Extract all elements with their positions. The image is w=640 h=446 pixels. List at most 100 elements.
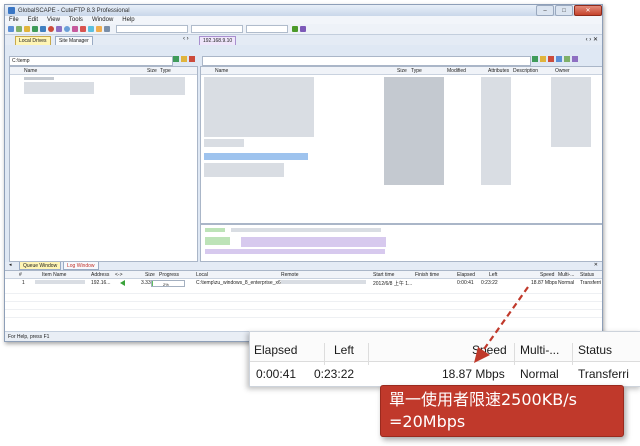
qcol-start-time[interactable]: Start time xyxy=(373,272,394,278)
menu-window[interactable]: Window xyxy=(92,17,113,23)
globe-icon[interactable] xyxy=(64,26,70,32)
tab-site-manager[interactable]: Site Manager xyxy=(55,36,93,45)
menu-file[interactable]: File xyxy=(9,17,19,23)
local-list-header: Name Size Type xyxy=(10,67,197,75)
qcol-remote[interactable]: Remote xyxy=(281,272,299,278)
qcol-finish-time[interactable]: Finish time xyxy=(415,272,439,278)
col-remote-attributes[interactable]: Attributes xyxy=(488,68,509,74)
close-button[interactable]: ✕ xyxy=(574,5,602,16)
qcol-address[interactable]: Address xyxy=(91,272,109,278)
download-icon[interactable] xyxy=(32,26,38,32)
remote-path-field[interactable] xyxy=(202,56,531,66)
blurred-log-line xyxy=(241,237,386,247)
search-icon[interactable] xyxy=(88,26,94,32)
row-gridline xyxy=(5,309,602,310)
queue-header: # Item Name Address <-> Size Progress Lo… xyxy=(5,271,602,279)
callout-line-1: 單一使用者限速2500KB/s xyxy=(389,390,577,409)
username-field[interactable] xyxy=(191,25,243,33)
qcol-item-name[interactable]: Item Name xyxy=(42,272,66,278)
qcol-index[interactable]: # xyxy=(19,272,22,278)
row-gridline xyxy=(5,293,602,294)
col-remote-owner[interactable]: Owner xyxy=(555,68,570,74)
col-name[interactable]: Name xyxy=(24,68,37,74)
refresh-icon[interactable] xyxy=(56,26,62,32)
zoomed-columns-inset: Elapsed Left Speed Multi-... Status 0:00… xyxy=(249,331,640,387)
zoom-col-separator xyxy=(324,343,325,365)
col-remote-size[interactable]: Size xyxy=(397,68,407,74)
host-field[interactable] xyxy=(116,25,188,33)
remote-sync-icon[interactable] xyxy=(572,56,578,62)
col-type[interactable]: Type xyxy=(160,68,171,74)
reconnect-icon[interactable] xyxy=(16,26,22,32)
qcol-direction[interactable]: <-> xyxy=(115,272,123,278)
menu-view[interactable]: View xyxy=(47,17,60,23)
remote-pane-arrows[interactable]: ‹ › ✕ xyxy=(586,36,598,43)
qcol-size[interactable]: Size xyxy=(145,272,155,278)
password-field[interactable] xyxy=(246,25,288,33)
local-folder-icon[interactable] xyxy=(181,56,187,62)
blurred-remote-owners xyxy=(551,77,591,147)
zoom-col-separator xyxy=(572,343,573,365)
folder-icon[interactable] xyxy=(24,26,30,32)
qcol-left[interactable]: Left xyxy=(489,272,497,278)
col-remote-name[interactable]: Name xyxy=(215,68,228,74)
quick-connect-icon[interactable] xyxy=(300,26,306,32)
queue-collapse-icon[interactable]: ◂ xyxy=(9,262,12,268)
row-gridline xyxy=(5,317,602,318)
selected-remote-row[interactable] xyxy=(204,153,308,160)
local-up-icon[interactable] xyxy=(189,56,195,62)
queue-close-icon[interactable]: ✕ xyxy=(594,262,598,268)
tab-remote-server[interactable]: 192.168.9.10 xyxy=(199,36,237,45)
queue-row-progress-bar: 2% xyxy=(151,280,185,287)
col-remote-description[interactable]: Description xyxy=(513,68,538,74)
connect-icon[interactable] xyxy=(8,26,14,32)
ftp-client-window: GlobalSCAPE - CuteFTP 8.3 Professional –… xyxy=(4,4,603,342)
title-bar[interactable]: GlobalSCAPE - CuteFTP 8.3 Professional –… xyxy=(5,5,602,16)
remote-refresh-icon[interactable] xyxy=(532,56,538,62)
zoom-speed-value: 18.87 Mbps xyxy=(442,367,505,381)
menu-help[interactable]: Help xyxy=(122,17,134,23)
qcol-speed[interactable]: Speed xyxy=(540,272,554,278)
menu-edit[interactable]: Edit xyxy=(28,17,38,23)
tab-log-window[interactable]: Log Window xyxy=(63,262,99,270)
local-file-list[interactable]: Name Size Type xyxy=(9,66,198,262)
zoom-col-multi: Multi-... xyxy=(520,343,560,357)
remote-file-list[interactable]: Name Size Type Modified Attributes Descr… xyxy=(200,66,602,224)
delete-icon[interactable] xyxy=(80,26,86,32)
zoom-multi-value: Normal xyxy=(520,367,559,381)
pane-nav-arrows[interactable]: ‹ › xyxy=(183,36,189,42)
qcol-multi[interactable]: Multi-... xyxy=(558,272,574,278)
queue-list[interactable]: # Item Name Address <-> Size Progress Lo… xyxy=(5,270,602,331)
upload-icon[interactable] xyxy=(40,26,46,32)
settings-icon[interactable] xyxy=(104,26,110,32)
qcol-local[interactable]: Local xyxy=(196,272,208,278)
remote-view-icon[interactable] xyxy=(556,56,562,62)
remote-filter-icon[interactable] xyxy=(564,56,570,62)
maximize-button[interactable]: □ xyxy=(555,5,573,16)
lock-icon[interactable] xyxy=(96,26,102,32)
tab-local-drives[interactable]: Local Drives xyxy=(15,36,51,45)
tab-queue-window[interactable]: Queue Window xyxy=(19,262,62,270)
local-path-field[interactable]: C:\temp xyxy=(9,56,173,66)
stop-icon[interactable] xyxy=(48,26,54,32)
col-remote-type[interactable]: Type xyxy=(411,68,422,74)
queue-row-multi: Normal xyxy=(558,280,575,286)
qcol-progress[interactable]: Progress xyxy=(159,272,179,278)
col-remote-modified[interactable]: Modified xyxy=(447,68,466,74)
menu-tools[interactable]: Tools xyxy=(69,17,83,23)
minimize-button[interactable]: – xyxy=(536,5,554,16)
zoom-status-value: Transferri xyxy=(578,367,629,381)
bookmark-icon[interactable] xyxy=(72,26,78,32)
queue-row-local: C:\temp\zu_windows_8_enterprise_x6... xyxy=(196,280,285,286)
local-refresh-icon[interactable] xyxy=(173,56,179,62)
qcol-elapsed[interactable]: Elapsed xyxy=(457,272,475,278)
col-size[interactable]: Size xyxy=(147,68,157,74)
remote-folder-icon[interactable] xyxy=(540,56,546,62)
remote-delete-icon[interactable] xyxy=(548,56,554,62)
check-icon[interactable] xyxy=(292,26,298,32)
queue-row[interactable]: 1 192.16... 3.33 GB 2% C:\temp\zu_window… xyxy=(5,279,602,287)
blurred-file-name xyxy=(24,77,54,80)
status-text: For Help, press F1 xyxy=(8,333,50,340)
blurred-remote-name xyxy=(204,139,244,147)
qcol-status[interactable]: Status xyxy=(580,272,594,278)
